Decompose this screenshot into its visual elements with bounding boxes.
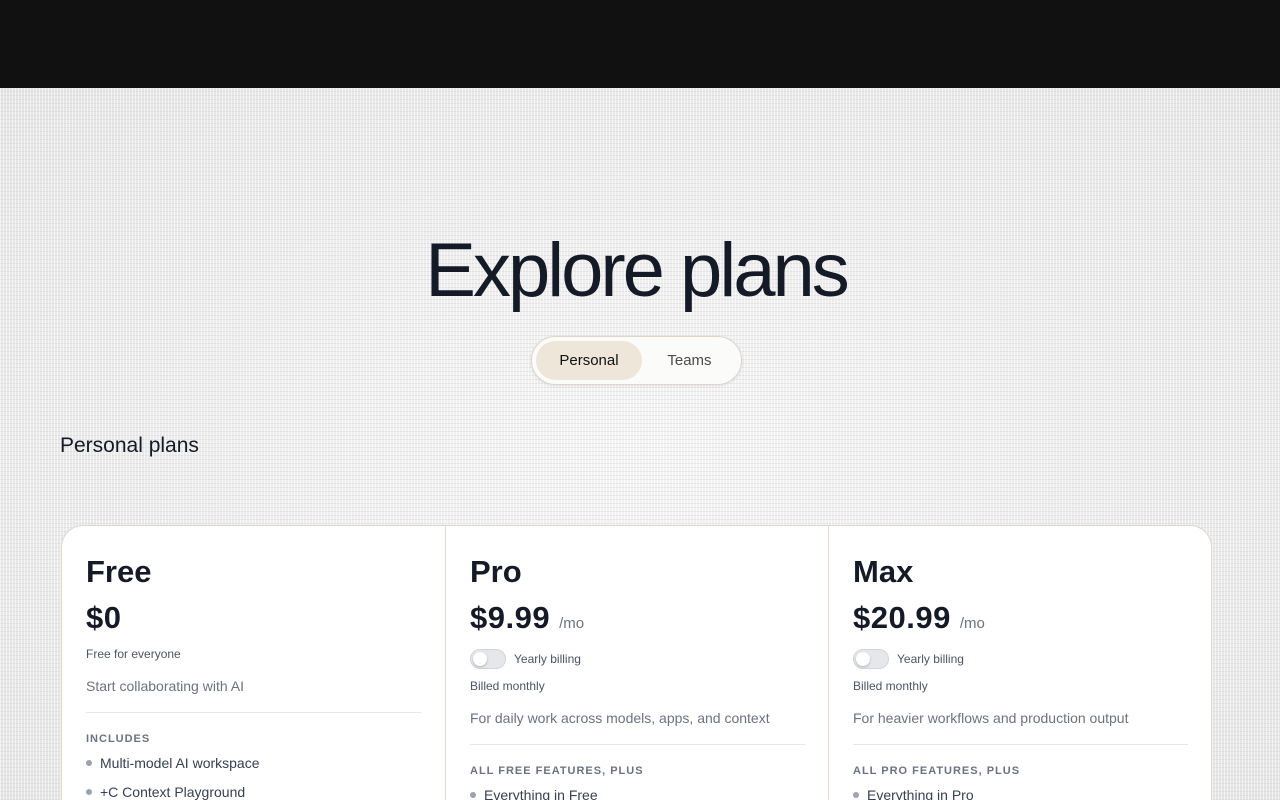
billing-toggle-row: Yearly billing [853, 649, 964, 669]
divider [86, 712, 421, 713]
bullet-icon [470, 791, 476, 798]
features-heading: ALL PRO FEATURES, PLUS [853, 765, 1021, 777]
yearly-billing-toggle[interactable] [470, 649, 506, 669]
yearly-billing-toggle[interactable] [853, 649, 889, 669]
price-period: /mo [559, 615, 585, 632]
plan-price: $0 [86, 600, 122, 635]
price-row: $9.99 /mo [470, 600, 584, 636]
list-item: Multi-model AI workspace [86, 748, 260, 777]
price-period: /mo [959, 615, 985, 632]
plan-description: For heavier workflows and production out… [853, 710, 1129, 726]
plan-description: Start collaborating with AI [86, 678, 244, 694]
list-item: +C Context Playground [86, 777, 260, 800]
plan-card-max: Max $20.99 /mo Yearly billing Billed mon… [828, 526, 1211, 800]
list-item: Everything in Pro [853, 780, 974, 800]
billing-toggle-row: Yearly billing [470, 649, 581, 669]
plan-card-pro: Pro $9.99 /mo Yearly billing Billed mont… [445, 526, 828, 800]
plan-description: For daily work across models, apps, and … [470, 710, 770, 726]
tab-teams[interactable]: Teams [642, 341, 737, 380]
plan-name: Max [853, 554, 914, 589]
plan-price: $9.99 [470, 600, 551, 635]
features-heading: INCLUDES [86, 733, 151, 745]
billing-note: Billed monthly [470, 679, 545, 693]
toggle-knob [473, 652, 487, 666]
feature-list: Everything in Free [470, 780, 598, 800]
bullet-icon [853, 791, 859, 798]
toggle-label: Yearly billing [514, 652, 581, 666]
divider [470, 744, 805, 745]
feature-text: +C Context Playground [100, 783, 246, 800]
top-bar [0, 0, 1280, 88]
plan-card-free: Free $0 Free for everyone Start collabor… [62, 526, 445, 800]
toggle-knob [856, 652, 870, 666]
feature-list: Everything in Pro [853, 780, 974, 800]
plans-hero: Explore plans Personal Teams Personal pl… [0, 88, 1280, 800]
plan-type-switcher: Personal Teams [531, 336, 742, 385]
billing-note: Billed monthly [853, 679, 928, 693]
plan-name: Pro [470, 554, 522, 589]
price-row: $0 [86, 600, 121, 636]
plan-name: Free [86, 554, 152, 589]
features-heading: ALL FREE FEATURES, PLUS [470, 765, 644, 777]
tab-personal[interactable]: Personal [536, 341, 642, 380]
bullet-icon [86, 788, 92, 795]
plan-price: $20.99 [853, 600, 951, 635]
plan-price-note: Free for everyone [86, 647, 181, 661]
section-title: Personal plans [60, 434, 199, 457]
divider [853, 744, 1188, 745]
feature-text: Everything in Pro [867, 786, 974, 800]
plan-cards: Free $0 Free for everyone Start collabor… [61, 525, 1212, 800]
toggle-label: Yearly billing [897, 652, 964, 666]
price-row: $20.99 /mo [853, 600, 985, 636]
feature-list: Multi-model AI workspace +C Context Play… [86, 748, 260, 800]
feature-text: Multi-model AI workspace [100, 754, 260, 771]
page-title: Explore plans [425, 228, 850, 313]
bullet-icon [86, 759, 92, 766]
list-item: Everything in Free [470, 780, 598, 800]
feature-text: Everything in Free [484, 786, 598, 800]
